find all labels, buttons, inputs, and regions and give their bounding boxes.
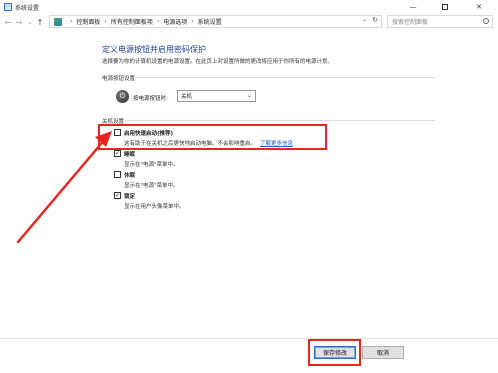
- footer-divider: [0, 338, 498, 339]
- save-changes-button[interactable]: 保存修改: [314, 346, 356, 359]
- annotation-arrow: [16, 131, 112, 244]
- cancel-button[interactable]: 取消: [362, 346, 404, 359]
